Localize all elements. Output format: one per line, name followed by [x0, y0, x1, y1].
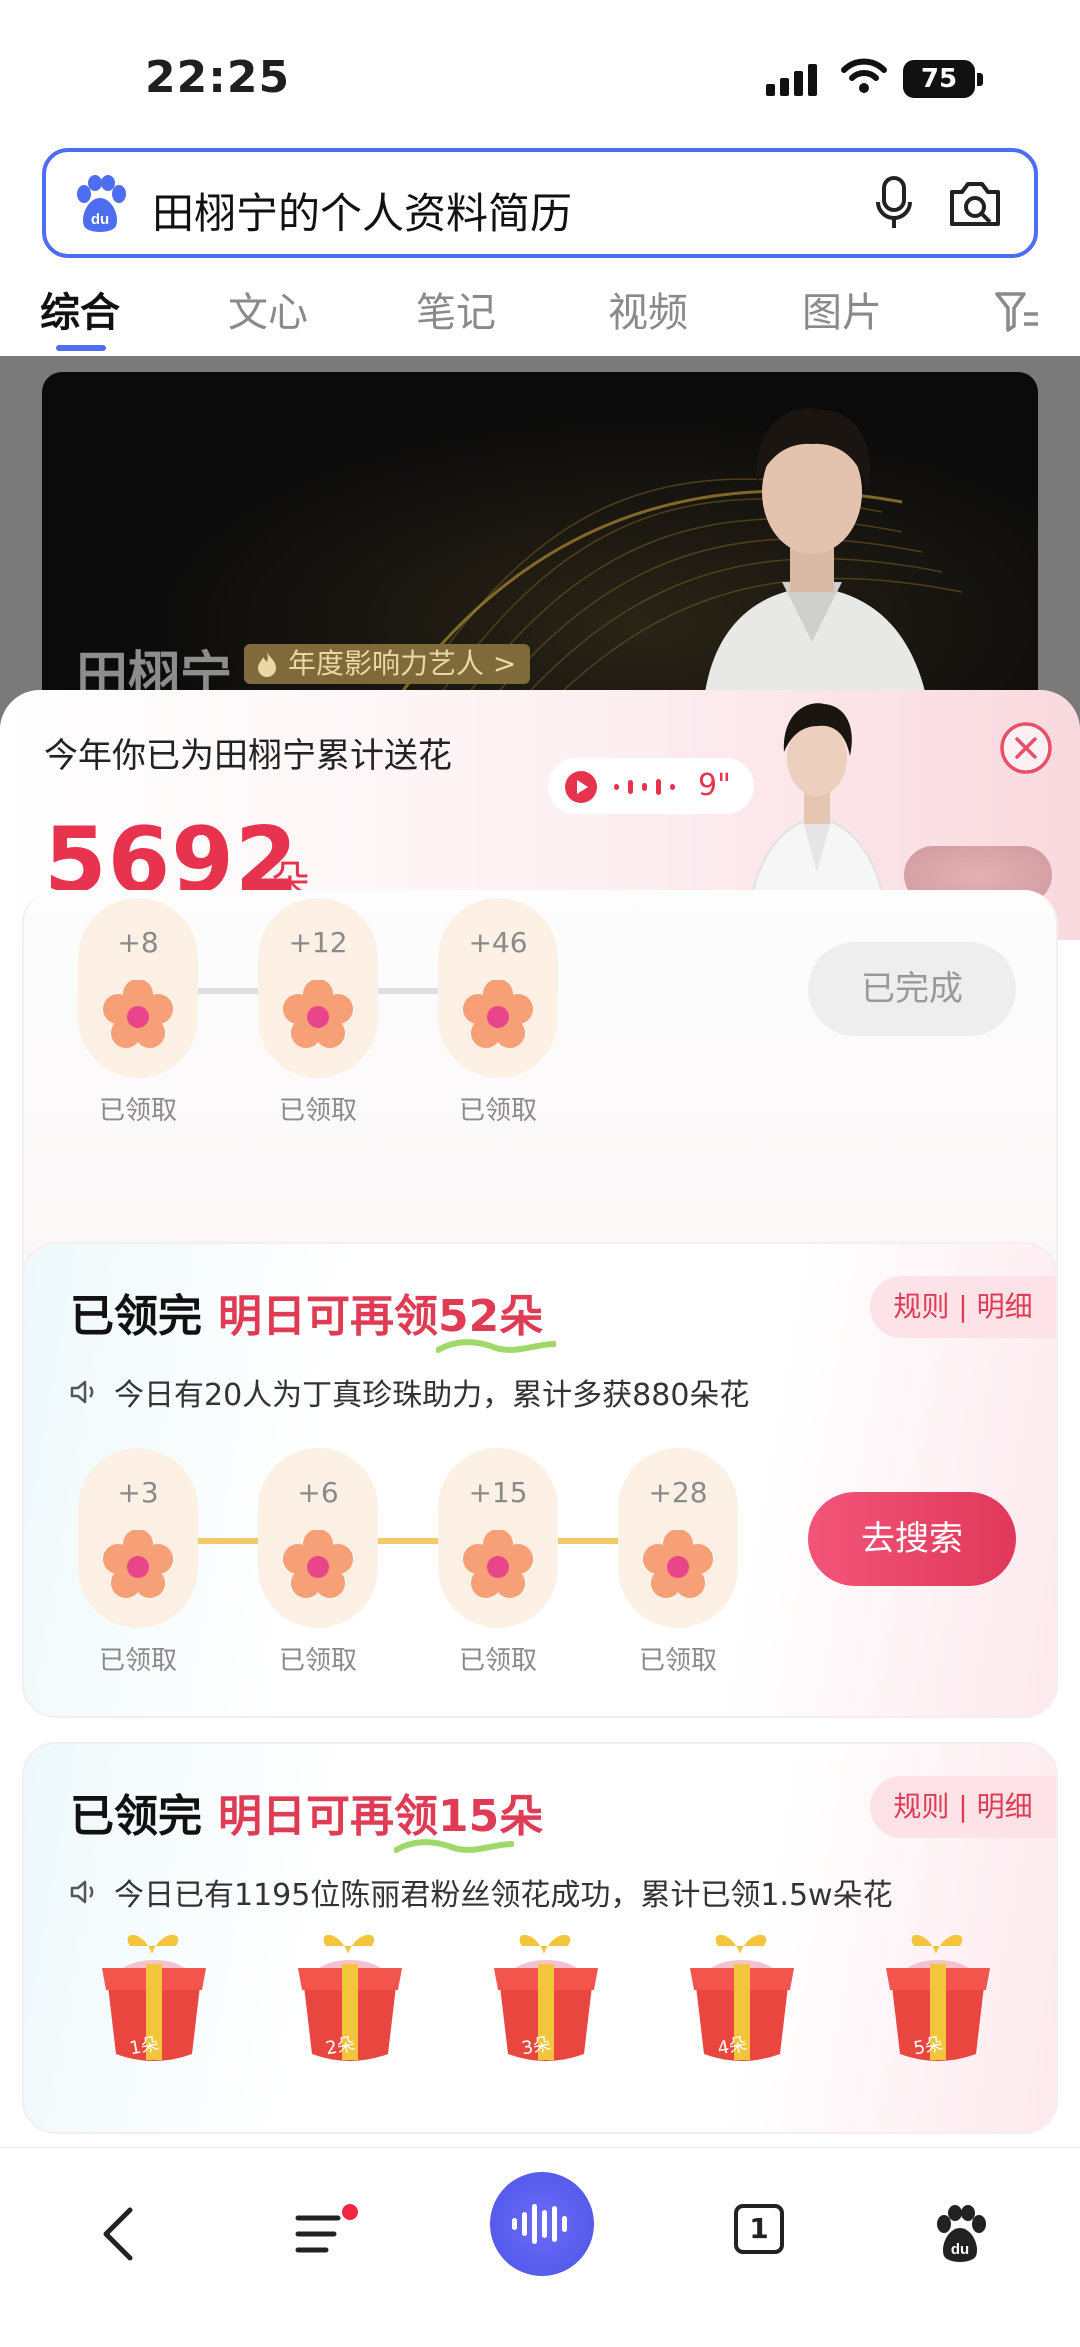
highlight-squiggle [436, 1339, 556, 1353]
flower-icon [103, 1530, 173, 1598]
mic-icon[interactable] [874, 174, 914, 234]
task-card-search: 已领完 明日可再领52朵 规则 | 明细 今日有20人为丁真珍珠助力，累计多获88… [22, 1242, 1058, 1718]
task-card-gifts: 已领完 明日可再领15朵 规则 | 明细 今日已有1195位陈丽君粉丝领花成功，累… [22, 1742, 1058, 2134]
flower-amount: +46 [468, 926, 528, 959]
flower-amount: +15 [468, 1476, 528, 1509]
flower-amount: +6 [297, 1476, 339, 1509]
flower-step: +8 已领取 [78, 898, 198, 1127]
gift-box-1[interactable]: 1朵 [94, 1924, 214, 2074]
voice-assistant-button[interactable] [490, 2172, 594, 2276]
card-subtitle: 今日有20人为丁真珍珠助力，累计多获880朵花 [70, 1370, 749, 1414]
play-icon [565, 771, 597, 803]
rules-details-link[interactable]: 规则 | 明细 [870, 1276, 1056, 1338]
cellular-signal-icon [766, 62, 820, 96]
voice-assistant-icon [512, 2204, 567, 2244]
card-title-done: 已领完 [70, 1791, 202, 1842]
progress-connector [198, 988, 264, 994]
tab-video[interactable]: 视频 [608, 280, 688, 338]
flower-sheet: 今年你已为田栩宁累计送花 5692 朵 9" +8 已领取 +12 已领取 +4… [0, 690, 1080, 2147]
flower-amount: +28 [648, 1476, 708, 1509]
tab-images[interactable]: 图片 [802, 280, 882, 338]
status-time: 22:25 [145, 52, 291, 103]
bottom-nav: 1 du [0, 2147, 1080, 2347]
influence-badge[interactable]: 年度影响力艺人 > [244, 644, 531, 684]
card-title-tomorrow: 明日可再领15朵 [218, 1791, 544, 1842]
flower-status: 已领取 [638, 1646, 717, 1676]
svg-text:du: du [951, 2241, 969, 2258]
highlight-squiggle [394, 1839, 514, 1853]
card-title: 已领完 明日可再领52朵 [70, 1280, 543, 1344]
card-title-tomorrow: 明日可再领52朵 [218, 1291, 544, 1342]
flower-status: 已领取 [98, 1646, 177, 1676]
card-subtitle-text: 今日有20人为丁真珍珠助力，累计多获880朵花 [114, 1378, 750, 1413]
flower-icon [283, 1530, 353, 1598]
rules-details-link[interactable]: 规则 | 明细 [870, 1776, 1056, 1838]
flower-step: +46 已领取 [438, 898, 558, 1127]
voice-duration: 9" [698, 768, 731, 803]
flower-amount: +8 [117, 926, 159, 959]
go-search-button[interactable]: 去搜索 [808, 1492, 1016, 1586]
speaker-icon [70, 1880, 94, 1904]
baidu-paw-icon: du [77, 175, 126, 232]
voice-message[interactable]: 9" [548, 758, 754, 814]
flower-step: +6 已领取 [258, 1448, 378, 1677]
flower-icon [643, 1530, 713, 1598]
flower-step: +3 已领取 [78, 1448, 198, 1677]
close-icon[interactable] [998, 720, 1054, 776]
card-subtitle: 今日已有1195位陈丽君粉丝领花成功，累计已领1.5w朵花 [70, 1870, 893, 1914]
search-tabs: 综合 文心 笔记 视频 图片 [0, 270, 1080, 356]
battery-icon: 75 [903, 60, 983, 98]
camera-search-icon[interactable] [946, 174, 1004, 234]
gift-box-2[interactable]: 2朵 [290, 1924, 410, 2074]
artist-photo [702, 408, 932, 732]
card-title: 已领完 明日可再领15朵 [70, 1780, 543, 1844]
flower-icon [283, 980, 353, 1048]
notification-dot [342, 2204, 358, 2220]
back-arrow-icon[interactable] [96, 2204, 144, 2264]
menu-icon[interactable] [294, 2204, 346, 2264]
battery-percent: 75 [920, 64, 958, 94]
tabs-count-icon[interactable]: 1 [734, 2204, 784, 2254]
flower-icon [463, 1530, 533, 1598]
search-bar[interactable]: du 田栩宁的个人资料简历 [42, 148, 1038, 258]
influence-badge-label: 年度影响力艺人 [288, 647, 485, 680]
tab-notes[interactable]: 笔记 [416, 280, 496, 338]
tab-active-indicator [56, 345, 106, 351]
flower-status: 已领取 [278, 1646, 357, 1676]
progress-connector [378, 1538, 444, 1544]
flower-step: +28 已领取 [618, 1448, 738, 1677]
flower-amount: +12 [288, 926, 348, 959]
svg-text:du: du [91, 211, 109, 228]
status-bar: 22:25 75 [0, 0, 1080, 150]
wifi-icon [841, 58, 887, 93]
baidu-home-icon[interactable]: du [932, 2204, 988, 2264]
progress-connector [378, 988, 444, 994]
flower-amount: +3 [117, 1476, 159, 1509]
speaker-icon [70, 1380, 94, 1404]
search-input[interactable]: 田栩宁的个人资料简历 [152, 180, 572, 241]
completed-button[interactable]: 已完成 [808, 942, 1016, 1036]
total-flowers-label: 今年你已为田栩宁累计送花 [44, 736, 452, 776]
card-title-done: 已领完 [70, 1291, 202, 1342]
flower-step: +15 已领取 [438, 1448, 558, 1677]
tab-wenxin[interactable]: 文心 [228, 280, 308, 338]
artist-banner: 田栩宁 年度影响力艺人 > [42, 372, 1038, 732]
gift-box-3[interactable]: 3朵 [486, 1924, 606, 2074]
flower-status: 已领取 [98, 1096, 177, 1126]
tab-zonghe[interactable]: 综合 [40, 280, 120, 338]
progress-connector [198, 1538, 264, 1544]
flower-icon [463, 980, 533, 1048]
flower-status: 已领取 [278, 1096, 357, 1126]
gift-box-4[interactable]: 4朵 [682, 1924, 802, 2074]
gift-box-5[interactable]: 5朵 [878, 1924, 998, 2074]
flower-status: 已领取 [458, 1096, 537, 1126]
fire-icon [258, 652, 276, 677]
flower-icon [103, 980, 173, 1048]
flower-status: 已领取 [458, 1646, 537, 1676]
filter-icon[interactable] [994, 290, 1040, 334]
progress-connector [558, 1538, 624, 1544]
card-subtitle-text: 今日已有1195位陈丽君粉丝领花成功，累计已领1.5w朵花 [114, 1878, 893, 1913]
flower-step: +12 已领取 [258, 898, 378, 1127]
voice-wave-icon [614, 779, 675, 795]
